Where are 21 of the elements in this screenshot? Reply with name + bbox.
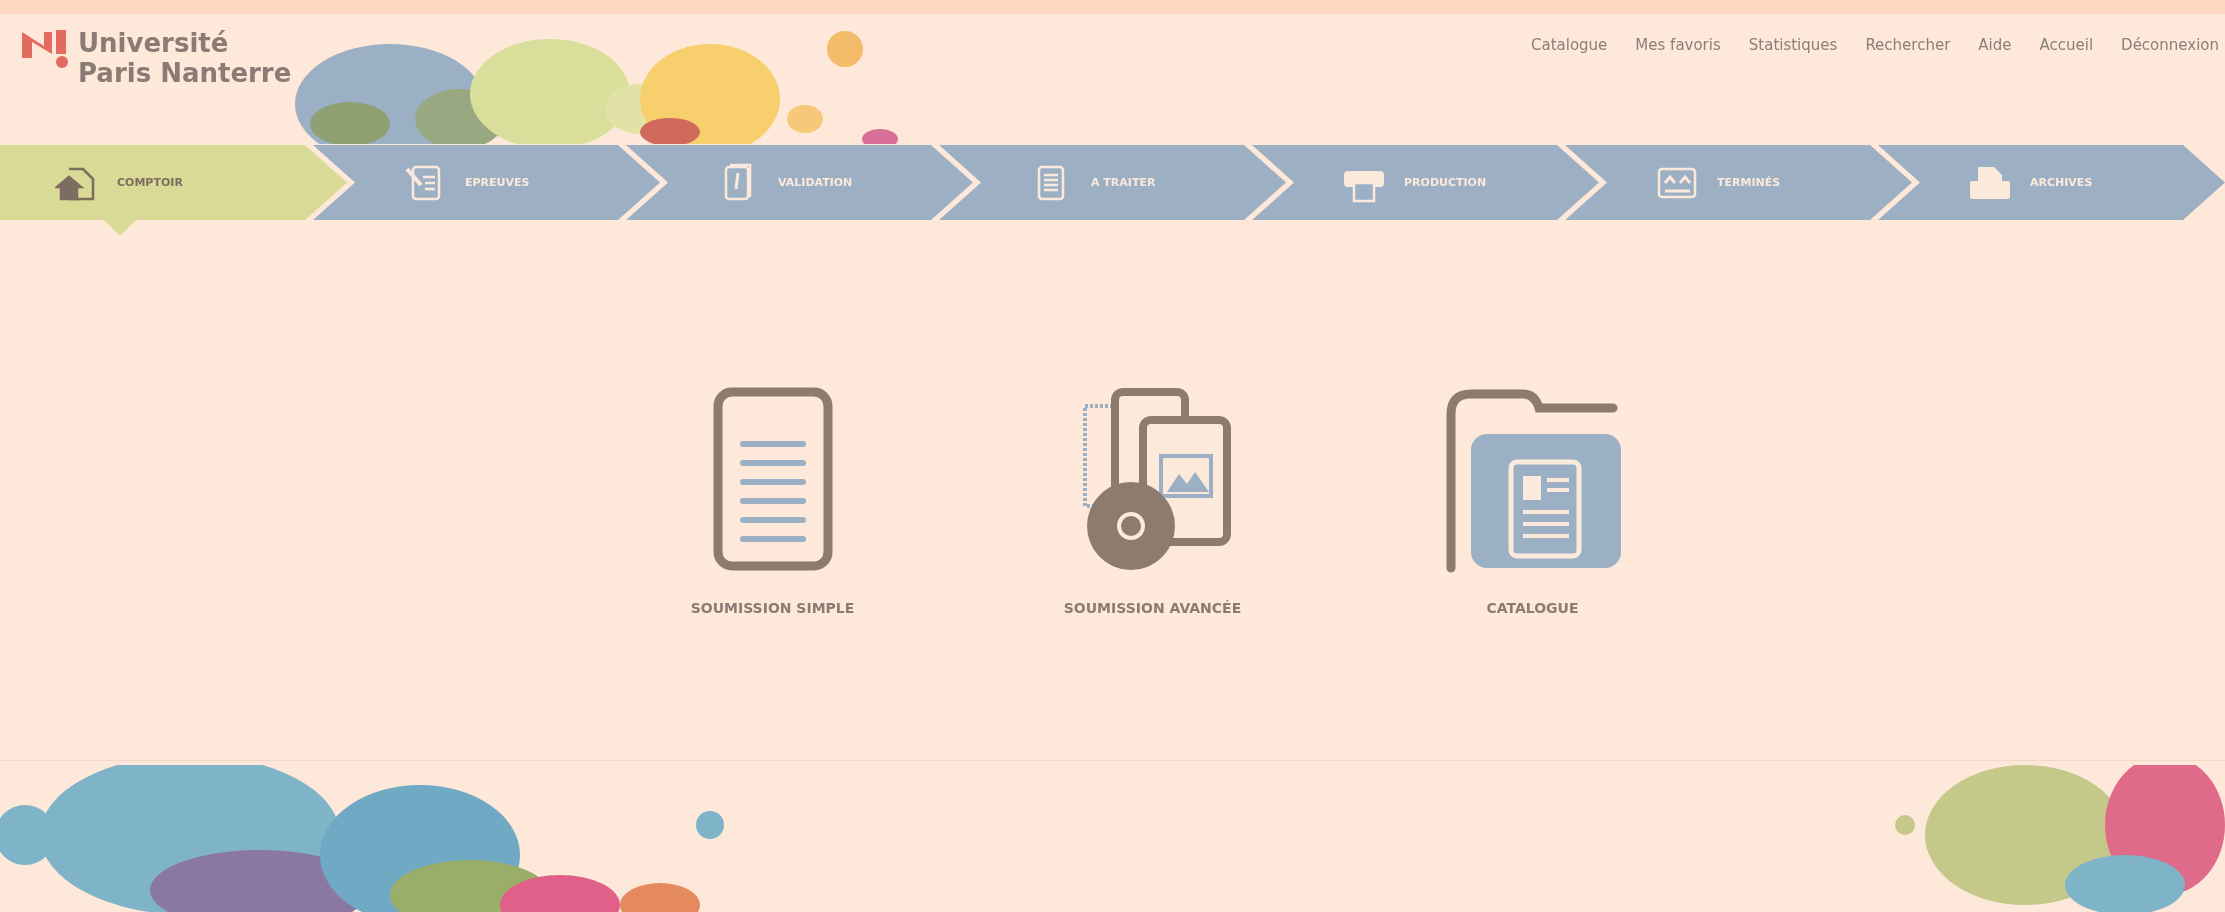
workflow-step-tab[interactable]: PRODUCTION	[1252, 145, 1599, 220]
workflow-step-tab[interactable]: COMPTOIR	[0, 145, 347, 220]
logo-text: Paris Nanterre	[78, 58, 292, 88]
workflow-step-tab[interactable]: A TRAITER	[939, 145, 1286, 220]
nav-link[interactable]: Accueil	[2039, 36, 2094, 54]
nav-link[interactable]: Mes favoris	[1635, 36, 1721, 54]
nav-link[interactable]: Rechercher	[1865, 36, 1951, 54]
workflow-step-tab[interactable]: ARCHIVES	[1878, 145, 2225, 220]
submission-tile[interactable]: SOUMISSION AVANCÉE	[1042, 384, 1263, 760]
nav-link[interactable]: Statistiques	[1748, 36, 1838, 54]
workflow-step-tab[interactable]: VALIDATION	[626, 145, 973, 220]
submission-tile[interactable]: SOUMISSION SIMPLE	[662, 384, 883, 760]
nav-link[interactable]: Catalogue	[1531, 36, 1608, 54]
workflow-step-tab[interactable]: EPREUVES	[313, 145, 660, 220]
selection-pointer	[104, 220, 136, 236]
logo-icon	[22, 28, 70, 70]
submission-tile[interactable]: CATALOGUE	[1422, 384, 1643, 760]
nav-link[interactable]: Déconnexion	[2121, 36, 2219, 54]
logo-text: Université	[78, 28, 230, 58]
workflow-step-tab[interactable]: TERMINÉS	[1565, 145, 1912, 220]
nav-link[interactable]: Aide	[1978, 36, 2012, 54]
